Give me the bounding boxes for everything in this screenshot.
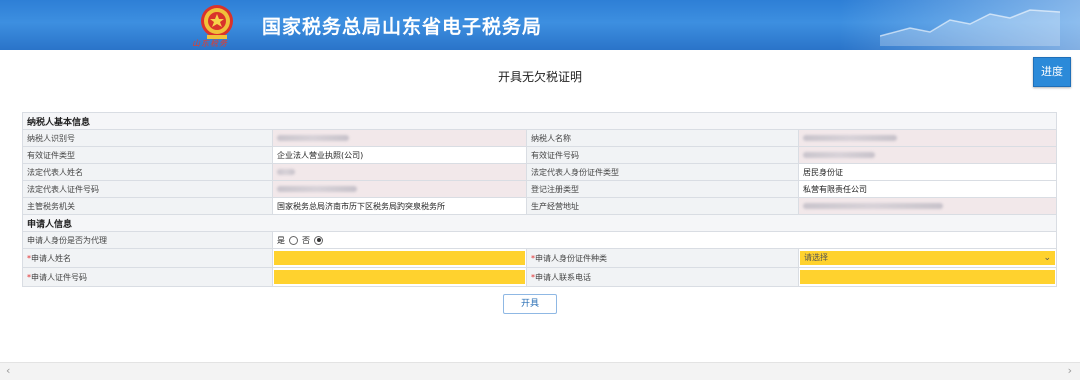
legal-rep-id-type-label: 法定代表人身份证件类型 xyxy=(526,163,799,181)
redacted-text xyxy=(277,135,349,141)
applicant-id-number-label: *申请人证件号码 xyxy=(22,267,273,287)
issue-certificate-button[interactable]: 开具 xyxy=(503,294,557,314)
scroll-left-icon[interactable]: ‹ xyxy=(6,364,10,377)
emblem-caption: 山东税务 xyxy=(192,39,228,48)
applicant-name-cell xyxy=(272,248,527,268)
registration-type-value: 私营有限责任公司 xyxy=(797,180,1058,198)
agent-no-radio[interactable] xyxy=(314,235,323,245)
applicant-id-type-select[interactable]: 请选择 ⌄ xyxy=(800,251,1056,265)
id-number-value xyxy=(797,146,1058,164)
horizontal-scrollbar[interactable]: ‹ › xyxy=(0,362,1080,380)
taxpayer-name-label: 纳税人名称 xyxy=(526,129,799,147)
business-address-value xyxy=(797,197,1058,215)
taxpayer-name-value xyxy=(797,129,1058,147)
business-address-label: 生产经营地址 xyxy=(526,197,799,215)
taxpayer-section-title: 纳税人基本信息 xyxy=(21,112,1058,130)
redacted-text xyxy=(803,203,943,209)
id-number-label: 有效证件号码 xyxy=(526,146,799,164)
legal-rep-name-label: 法定代表人姓名 xyxy=(22,163,273,181)
applicant-section-title: 申请人信息 xyxy=(21,214,1058,232)
applicant-phone-cell xyxy=(797,267,1058,287)
site-banner: 山东税务 国家税务总局山东省电子税务局 xyxy=(0,0,1080,50)
great-wall-icon xyxy=(880,9,1060,46)
legal-rep-id-type-value: 居民身份证 xyxy=(797,163,1058,181)
registration-type-label: 登记注册类型 xyxy=(526,180,799,198)
chevron-down-icon: ⌄ xyxy=(1043,253,1052,263)
page-title: 开具无欠税证明 xyxy=(497,70,582,84)
agent-yes-label: 是 xyxy=(277,235,285,245)
redacted-text xyxy=(277,186,357,192)
select-placeholder: 请选择 xyxy=(804,253,828,262)
taxpayer-id-label: 纳税人识别号 xyxy=(22,129,273,147)
id-type-value: 企业法人营业执照(公司) xyxy=(272,146,527,164)
legal-rep-id-number-value xyxy=(272,180,527,198)
great-wall-decoration xyxy=(840,0,1080,50)
applicant-phone-input[interactable] xyxy=(800,270,1056,284)
applicant-phone-label: *申请人联系电话 xyxy=(526,267,799,287)
applicant-name-label: *申请人姓名 xyxy=(22,248,273,268)
agent-no-label: 否 xyxy=(302,235,310,245)
id-type-label: 有效证件类型 xyxy=(22,146,273,164)
tax-authority-value: 国家税务总局济南市历下区税务局趵突泉税务所 xyxy=(272,197,527,215)
taxpayer-id-value xyxy=(272,129,527,147)
redacted-text xyxy=(803,135,897,141)
applicant-id-type-label: *申请人身份证件种类 xyxy=(526,248,799,268)
applicant-name-input[interactable] xyxy=(274,251,525,265)
applicant-id-type-cell: 请选择 ⌄ xyxy=(797,248,1058,268)
redacted-text xyxy=(277,169,295,175)
certificate-form: 纳税人基本信息 纳税人识别号 纳税人名称 有效证件类型 企业法人营业执照(公司)… xyxy=(21,112,1058,287)
agent-question-label: 申请人身份是否为代理 xyxy=(22,231,273,249)
legal-rep-name-value xyxy=(272,163,527,181)
applicant-id-number-input[interactable] xyxy=(274,270,525,284)
agent-yes-radio[interactable] xyxy=(289,235,298,245)
tax-authority-label: 主管税务机关 xyxy=(22,197,273,215)
site-title: 国家税务总局山东省电子税务局 xyxy=(262,16,543,38)
redacted-text xyxy=(803,152,875,158)
scroll-right-icon[interactable]: › xyxy=(1068,364,1072,377)
legal-rep-id-number-label: 法定代表人证件号码 xyxy=(22,180,273,198)
applicant-id-number-cell xyxy=(272,267,527,287)
agent-radio-group: 是 否 xyxy=(271,231,1058,249)
